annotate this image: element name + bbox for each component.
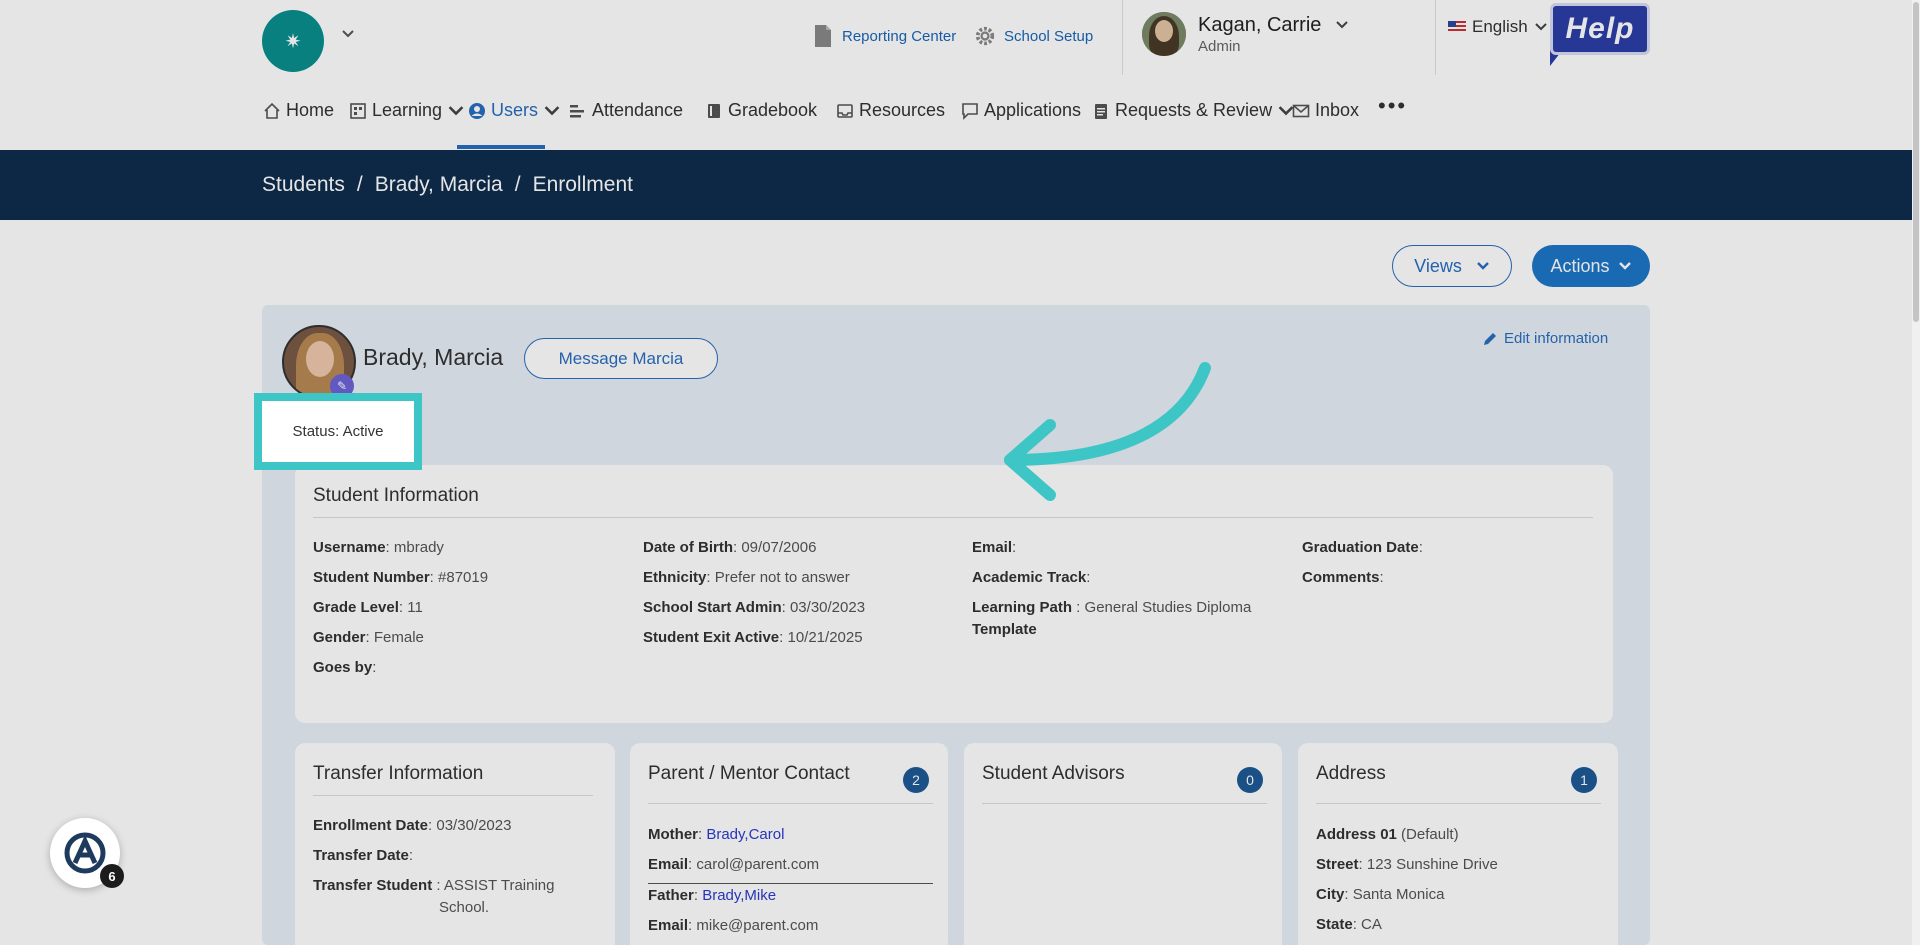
field-username: Username: mbrady	[313, 539, 444, 556]
nav-resources[interactable]: Resources	[836, 100, 945, 121]
gear-icon	[975, 26, 995, 46]
field-student-number: Student Number: #87019	[313, 569, 489, 586]
us-flag-icon	[1448, 21, 1466, 33]
reporting-center-link[interactable]: Reporting Center	[812, 24, 956, 48]
student-advisors-card: Student Advisors 0	[964, 743, 1282, 945]
help-button[interactable]: Help	[1550, 3, 1650, 55]
active-tab-indicator	[457, 145, 545, 149]
field-transfer-student-cont: School.	[439, 899, 490, 916]
chevron-down-icon[interactable]	[340, 26, 356, 42]
message-student-button[interactable]: Message Marcia	[524, 338, 718, 379]
pencil-icon	[1484, 332, 1496, 345]
main-nav: Home Learning Users Attendance Gradebook…	[0, 75, 1920, 150]
field-learning-path: Learning Path : General Studies Diploma	[972, 599, 1252, 616]
nav-requests-review[interactable]: Requests & Review	[1092, 100, 1295, 121]
notification-count: 6	[100, 864, 124, 888]
field-learning-path-cont: Template	[972, 621, 1037, 638]
field-mother-email: Email: carol@parent.com	[648, 856, 820, 873]
student-information-card: Student Information Username: mbrady Stu…	[295, 465, 1613, 723]
field-email: Email:	[972, 539, 1017, 556]
grid-icon	[350, 102, 366, 119]
father-link[interactable]: Brady,Mike	[702, 887, 776, 904]
field-comments: Comments:	[1302, 569, 1384, 586]
field-enrollment-date: Enrollment Date: 03/30/2023	[313, 817, 512, 834]
field-transfer-date: Transfer Date:	[313, 847, 414, 864]
nav-users[interactable]: Users	[468, 100, 561, 121]
actions-button[interactable]: Actions	[1532, 245, 1650, 287]
nav-attendance[interactable]: Attendance	[569, 100, 683, 121]
field-mother: Mother: Brady,Carol	[648, 826, 785, 843]
breadcrumb-student-name[interactable]: Brady, Marcia	[375, 173, 503, 197]
user-menu[interactable]: Kagan, Carrie Admin	[1142, 12, 1349, 56]
book-icon	[708, 103, 720, 118]
language-selector[interactable]: English	[1448, 17, 1548, 37]
field-graduation-date: Graduation Date:	[1302, 539, 1423, 556]
user-circle-icon	[469, 102, 485, 119]
field-date-of-birth: Date of Birth: 09/07/2006	[643, 539, 817, 556]
assistant-logo-icon	[64, 832, 106, 874]
count-badge: 1	[1571, 767, 1597, 793]
chevron-down-icon	[1618, 262, 1631, 270]
scrollbar-thumb[interactable]	[1913, 2, 1919, 322]
tutorial-arrow-icon	[1004, 362, 1211, 501]
transfer-information-card: Transfer Information Enrollment Date: 03…	[295, 743, 615, 945]
nav-inbox[interactable]: Inbox	[1292, 100, 1359, 121]
field-transfer-student: Transfer Student : ASSIST Training	[313, 877, 555, 894]
field-academic-track: Academic Track:	[972, 569, 1091, 586]
home-icon	[264, 102, 280, 119]
field-grade-level: Grade Level: 11	[313, 599, 423, 616]
chevron-down-icon	[544, 105, 560, 115]
count-badge: 0	[1237, 767, 1263, 793]
list-bars-icon	[570, 104, 584, 117]
address-card: Address 1 Address 01 (Default) Street: 1…	[1298, 743, 1618, 945]
card-title: Student Information	[313, 485, 479, 506]
parent-mentor-card: Parent / Mentor Contact 2 Mother: Brady,…	[630, 743, 948, 945]
chevron-down-icon	[1336, 21, 1349, 29]
field-address: Address 01 (Default)	[1316, 826, 1459, 843]
chevron-down-icon	[448, 105, 464, 115]
user-name: Kagan, Carrie	[1198, 13, 1322, 36]
student-name: Brady, Marcia	[363, 344, 504, 370]
breadcrumb: Students / Brady, Marcia / Enrollment	[0, 150, 1920, 220]
breadcrumb-students[interactable]: Students	[262, 173, 345, 197]
nav-learning[interactable]: Learning	[349, 100, 465, 121]
count-badge: 2	[903, 767, 929, 793]
mother-link[interactable]: Brady,Carol	[706, 826, 784, 843]
nav-gradebook[interactable]: Gradebook	[705, 100, 817, 121]
field-state: State: CA	[1316, 916, 1382, 933]
field-father-email: Email: mike@parent.com	[648, 917, 819, 934]
divider	[1435, 0, 1436, 78]
chevron-down-icon	[1476, 262, 1489, 270]
views-button[interactable]: Views	[1392, 245, 1512, 287]
nav-applications[interactable]: Applications	[961, 100, 1081, 121]
edit-information-link[interactable]: Edit information	[1482, 330, 1608, 347]
clipboard-icon	[1095, 103, 1107, 119]
user-avatar	[1142, 12, 1186, 56]
school-logo[interactable]: ✷	[262, 10, 324, 72]
field-father: Father: Brady,Mike	[648, 887, 777, 904]
divider	[1122, 0, 1123, 78]
school-setup-link[interactable]: School Setup	[974, 24, 1093, 48]
nav-home[interactable]: Home	[263, 100, 334, 121]
top-bar: ✷ Reporting Center School Setup Kagan, C…	[0, 0, 1920, 78]
field-ethnicity: Ethnicity: Prefer not to answer	[643, 569, 850, 586]
inbox-tray-icon	[837, 103, 853, 118]
status-badge: Status: Active	[254, 393, 422, 470]
field-school-start: School Start Admin: 03/30/2023	[643, 599, 866, 616]
envelope-icon	[1292, 104, 1310, 117]
field-street: Street: 123 Sunshine Drive	[1316, 856, 1498, 873]
field-gender: Gender: Female	[313, 629, 424, 646]
user-role: Admin	[1198, 37, 1241, 55]
more-menu-icon[interactable]: •••	[1378, 93, 1407, 119]
field-goes-by: Goes by:	[313, 659, 377, 676]
chevron-down-icon	[1535, 23, 1547, 31]
document-icon	[815, 25, 831, 47]
chat-bubble-icon	[962, 102, 978, 120]
breadcrumb-enrollment: Enrollment	[532, 173, 633, 196]
field-city: City: Santa Monica	[1316, 886, 1445, 903]
field-student-exit: Student Exit Active: 10/21/2025	[643, 629, 863, 646]
